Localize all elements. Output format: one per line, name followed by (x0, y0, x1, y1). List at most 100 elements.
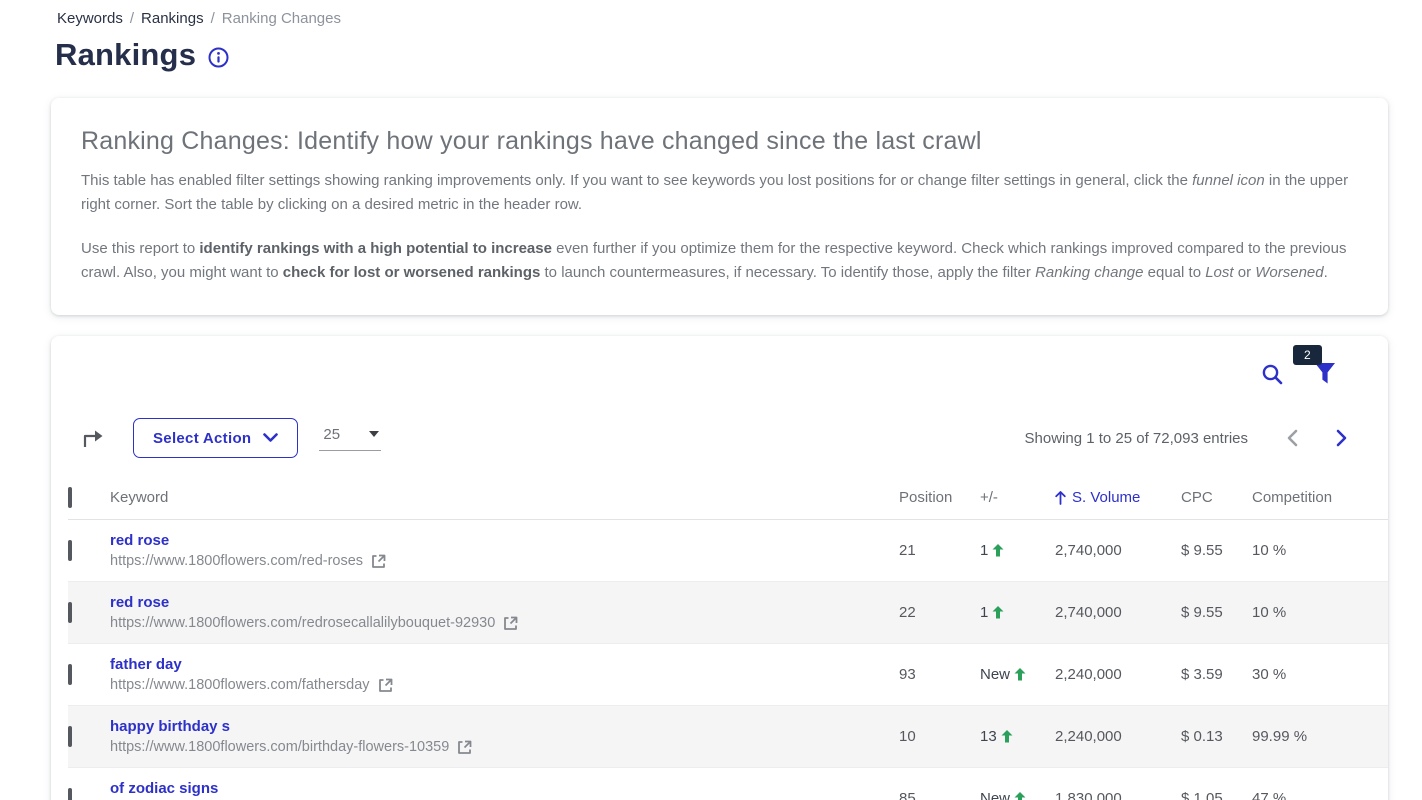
column-header-position[interactable]: Position (899, 489, 980, 506)
text-segment: Use this report to (81, 240, 199, 257)
text-segment: Worsened (1255, 264, 1323, 281)
keyword-link[interactable]: father day (110, 656, 182, 673)
position-value: 22 (899, 604, 980, 621)
external-link-icon[interactable] (457, 740, 472, 755)
search-icon[interactable] (1261, 363, 1284, 386)
row-checkbox[interactable] (68, 664, 72, 685)
text-segment: check for lost or worsened rankings (283, 264, 541, 281)
breadcrumb-rankings[interactable]: Rankings (141, 10, 204, 27)
column-header-competition[interactable]: Competition (1252, 489, 1388, 506)
competition-value: 10 % (1252, 542, 1388, 559)
text-segment: . (1324, 264, 1328, 281)
row-checkbox[interactable] (68, 602, 72, 623)
keyword-url: https://www.1800flowers.com/red-roses (110, 553, 363, 569)
table-row: of zodiac signs https://www.1800flowers.… (68, 768, 1388, 800)
info-card: Ranking Changes: Identify how your ranki… (51, 98, 1388, 315)
keyword-url: https://www.1800flowers.com/fathersday (110, 677, 370, 693)
cpc-value: $ 9.55 (1181, 542, 1252, 559)
competition-value: 10 % (1252, 604, 1388, 621)
keyword-link[interactable]: happy birthday s (110, 718, 230, 735)
cpc-value: $ 0.13 (1181, 728, 1252, 745)
table-body: red rose https://www.1800flowers.com/red… (51, 520, 1388, 800)
next-page-button[interactable] (1336, 429, 1348, 447)
export-arrow-icon[interactable] (82, 427, 106, 449)
table-row: red rose https://www.1800flowers.com/red… (68, 520, 1388, 582)
search-volume-value: 2,740,000 (1055, 542, 1181, 559)
info-icon[interactable] (208, 47, 229, 68)
cpc-value: $ 9.55 (1181, 604, 1252, 621)
keyword-link[interactable]: red rose (110, 532, 169, 549)
search-volume-value: 2,240,000 (1055, 666, 1181, 683)
column-header-volume[interactable]: S. Volume (1055, 489, 1181, 506)
text-segment: funnel icon (1192, 172, 1265, 189)
position-value: 93 (899, 666, 980, 683)
table-row: father day https://www.1800flowers.com/f… (68, 644, 1388, 706)
rank-up-arrow-icon (1014, 668, 1026, 681)
caret-down-icon (369, 431, 379, 437)
keyword-link[interactable]: red rose (110, 594, 169, 611)
change-value: New (980, 666, 1010, 683)
rankings-table-card: 2 Select Action 25 (51, 336, 1388, 800)
funnel-icon[interactable]: 2 (1314, 362, 1336, 386)
text-segment: to launch countermeasures, if necessary.… (540, 264, 1035, 281)
table-header-row: Keyword Position +/- S. Volume CPC Compe… (68, 476, 1388, 520)
column-header-change[interactable]: +/- (980, 489, 1055, 506)
external-link-icon[interactable] (371, 554, 386, 569)
text-segment: This table has enabled filter settings s… (81, 172, 1192, 189)
previous-page-button[interactable] (1286, 429, 1298, 447)
change-value: 1 (980, 542, 988, 559)
column-header-keyword[interactable]: Keyword (110, 489, 899, 506)
column-header-volume-label: S. Volume (1072, 489, 1140, 506)
table-row: red rose https://www.1800flowers.com/red… (68, 582, 1388, 644)
breadcrumb-separator: / (211, 10, 215, 27)
select-action-dropdown[interactable]: Select Action (133, 418, 298, 458)
competition-value: 30 % (1252, 666, 1388, 683)
rank-up-arrow-icon (1014, 792, 1026, 800)
competition-value: 99.99 % (1252, 728, 1388, 745)
rank-up-arrow-icon (1001, 730, 1013, 743)
change-value: 1 (980, 604, 988, 621)
position-value: 21 (899, 542, 980, 559)
competition-value: 47 % (1252, 790, 1388, 800)
showing-entries-text: Showing 1 to 25 of 72,093 entries (1025, 430, 1249, 447)
column-header-cpc[interactable]: CPC (1181, 489, 1252, 506)
rank-up-arrow-icon (992, 606, 1004, 619)
breadcrumb-keywords[interactable]: Keywords (57, 10, 123, 27)
page-title: Rankings (55, 37, 196, 73)
keyword-url: https://www.1800flowers.com/birthday-flo… (110, 739, 449, 755)
keyword-url: https://www.1800flowers.com/redrosecalla… (110, 615, 495, 631)
breadcrumb-separator: / (130, 10, 134, 27)
breadcrumb-ranking-changes: Ranking Changes (222, 10, 341, 27)
keyword-link[interactable]: of zodiac signs (110, 780, 218, 797)
external-link-icon[interactable] (378, 678, 393, 693)
position-value: 85 (899, 790, 980, 800)
change-value: New (980, 790, 1010, 800)
breadcrumb: Keywords / Rankings / Ranking Changes (0, 0, 1422, 27)
info-card-heading: Ranking Changes: Identify how your ranki… (81, 127, 1358, 156)
table-row: happy birthday s https://www.1800flowers… (68, 706, 1388, 768)
page-size-select[interactable]: 25 (319, 426, 381, 451)
change-value: 13 (980, 728, 997, 745)
text-segment: equal to (1143, 264, 1205, 281)
chevron-down-icon (263, 433, 278, 443)
info-paragraph-1: This table has enabled filter settings s… (81, 169, 1358, 217)
position-value: 10 (899, 728, 980, 745)
search-volume-value: 2,740,000 (1055, 604, 1181, 621)
cpc-value: $ 1.05 (1181, 790, 1252, 800)
external-link-icon[interactable] (503, 616, 518, 631)
rank-up-arrow-icon (992, 544, 1004, 557)
row-checkbox[interactable] (68, 726, 72, 747)
info-paragraph-2: Use this report to identify rankings wit… (81, 237, 1358, 285)
row-checkbox[interactable] (68, 540, 72, 561)
select-all-checkbox[interactable] (68, 487, 72, 508)
search-volume-value: 2,240,000 (1055, 728, 1181, 745)
rankings-page: Keywords / Rankings / Ranking Changes Ra… (0, 0, 1422, 800)
text-segment: Lost (1205, 264, 1233, 281)
sort-ascending-icon (1055, 491, 1066, 505)
text-segment: identify rankings with a high potential … (199, 240, 552, 257)
search-volume-value: 1,830,000 (1055, 790, 1181, 800)
filter-count-badge: 2 (1293, 345, 1322, 365)
row-checkbox[interactable] (68, 788, 72, 800)
cpc-value: $ 3.59 (1181, 666, 1252, 683)
select-action-label: Select Action (153, 430, 251, 447)
